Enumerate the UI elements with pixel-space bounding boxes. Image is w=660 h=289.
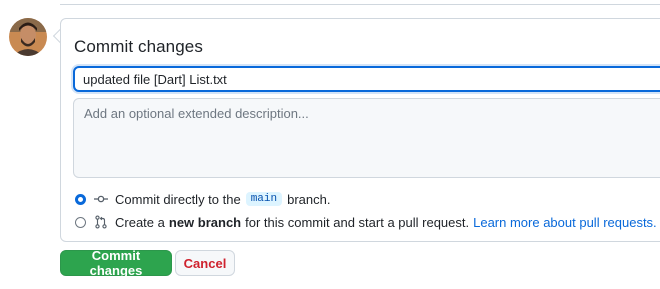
option-direct-text-before: Commit directly to the <box>115 191 241 207</box>
radio-commit-direct[interactable] <box>75 193 86 205</box>
commit-panel: Commit changes Commit directly to the ma… <box>60 18 660 242</box>
avatar-image <box>9 18 47 56</box>
option-new-branch-text-after: for this commit and start a pull request… <box>245 214 470 230</box>
panel-title: Commit changes <box>74 37 203 56</box>
option-new-branch-text-before: Create a <box>115 214 165 230</box>
git-pull-request-icon <box>95 215 107 229</box>
option-new-branch-strong: new branch <box>168 214 242 230</box>
commit-description-field[interactable] <box>73 98 660 178</box>
cancel-button[interactable]: Cancel <box>175 250 235 276</box>
top-divider <box>60 4 660 5</box>
commit-summary-input[interactable] <box>73 66 660 92</box>
option-new-branch[interactable]: Create a new branch for this commit and … <box>75 213 657 231</box>
radio-new-branch[interactable] <box>75 216 86 228</box>
option-commit-direct[interactable]: Commit directly to the main branch. <box>75 190 330 208</box>
learn-more-link[interactable]: Learn more about pull requests. <box>473 215 657 230</box>
branch-name-badge: main <box>245 192 283 206</box>
git-commit-icon <box>94 195 108 203</box>
commit-changes-button[interactable]: Commit changes <box>60 248 172 278</box>
avatar[interactable] <box>9 18 47 56</box>
option-direct-text-after: branch. <box>287 191 331 207</box>
